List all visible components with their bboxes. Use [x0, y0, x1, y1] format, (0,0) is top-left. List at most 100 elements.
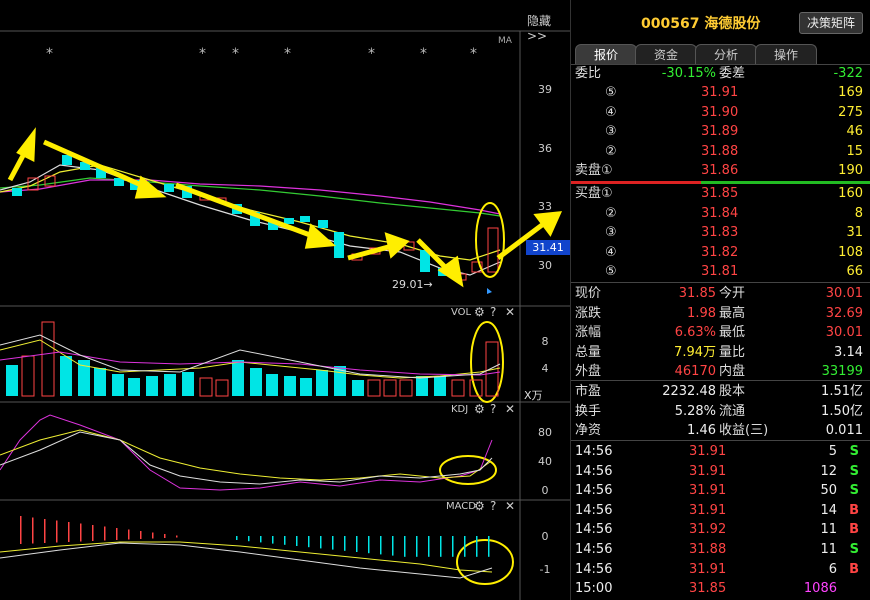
gear-icon[interactable]: ⚙: [474, 499, 485, 513]
orderbook-level: ④: [605, 104, 617, 120]
macd-bar: [32, 517, 34, 544]
tick-row: 14:56 31.91 12 S: [571, 462, 870, 481]
tab-quote[interactable]: 报价: [575, 44, 637, 65]
tick-row: 15:00 31.85 1086: [571, 579, 870, 598]
macd-bar: [176, 535, 178, 538]
tick-price: 31.92: [689, 522, 727, 538]
macd-bar: [128, 529, 130, 540]
marker-star: *: [46, 46, 53, 62]
orderbook-level: ②: [605, 143, 617, 159]
tab-operation[interactable]: 操作: [755, 44, 817, 65]
volume-bar: [94, 368, 106, 396]
quote-value2: 30.01: [825, 286, 863, 301]
quote-label2: 收益(三): [719, 423, 769, 438]
marker-star: *: [232, 46, 239, 62]
quote-label2: 今开: [719, 286, 746, 301]
marker-star: *: [284, 46, 291, 62]
stock-header: 000567 海德股份 决策矩阵: [571, 0, 870, 42]
tick-side: S: [849, 542, 859, 557]
volume-bar: [451, 379, 465, 397]
tick-price: 31.91: [689, 444, 727, 459]
quote-row: 总量 7.94万 量比 3.14: [571, 343, 870, 362]
vol-unit: X万: [524, 389, 543, 402]
orderbook-row: ⑤ 31.81 66: [571, 262, 870, 281]
orderbook-volume: 31: [846, 225, 863, 240]
quote-label: 净资: [575, 423, 602, 438]
close-icon[interactable]: ✕: [505, 499, 515, 513]
marker-star: *: [470, 46, 477, 62]
orderbook-level: ⑤: [605, 264, 617, 279]
volume-bar: [434, 376, 446, 396]
orderbook-row: ④ 31.82 108: [571, 243, 870, 262]
price-tick: 30: [538, 259, 552, 272]
macd-bar: [152, 532, 154, 539]
orderbook-price: 31.88: [701, 143, 739, 159]
kdj-title: KDJ: [451, 404, 469, 415]
tick-row: 14:56 31.91 6 B: [571, 560, 870, 579]
volume-bar: [266, 374, 278, 396]
volume-bar: [6, 365, 18, 396]
tick-side: S: [849, 463, 859, 479]
gear-icon[interactable]: ⚙: [474, 305, 485, 319]
orderbook-row: 买盘① 31.85 160: [571, 184, 870, 203]
orderbook-row: ② 31.84 8: [571, 204, 870, 223]
macd-bar: [404, 536, 406, 557]
volume-bar: [416, 376, 428, 396]
macd-bar: [68, 522, 70, 542]
orderbook-price: 31.90: [701, 104, 739, 120]
tick-volume: 6: [828, 561, 837, 577]
quote-value: 1.98: [687, 305, 716, 321]
quote-row: 涨跌 1.98 最高 32.69: [571, 304, 870, 323]
current-price-marker: 31.41: [526, 240, 570, 255]
tick-row: 14:56 31.91 14 B: [571, 501, 870, 520]
tick-time: 14:56: [575, 483, 613, 499]
close-icon[interactable]: ✕: [505, 402, 515, 416]
quote-label2: 股本: [719, 384, 746, 399]
macd-bar: [140, 531, 142, 539]
macd-bar: [308, 536, 310, 548]
volume-bar: [199, 377, 213, 397]
macd-bar: [368, 536, 370, 554]
tick-volume: 11: [820, 522, 837, 538]
tick-volume: 1086: [803, 581, 837, 597]
tab-analysis[interactable]: 分析: [695, 44, 757, 65]
quote-label2: 最高: [719, 305, 746, 321]
quote-value: 1.46: [687, 423, 716, 438]
hide-toggle[interactable]: 隐藏>>: [527, 12, 570, 43]
quote-value: 6.63%: [674, 325, 716, 340]
chart-area[interactable]: * * * * * * * 29.01→ 隐藏>> MA 39 36 33 31…: [0, 0, 570, 600]
close-icon[interactable]: ✕: [505, 305, 515, 319]
tick-side: S: [849, 444, 859, 459]
decision-matrix-button[interactable]: 决策矩阵: [799, 12, 863, 34]
tick-time: 14:56: [575, 444, 613, 459]
orderbook-volume: 8: [854, 205, 863, 221]
quote-label: 总量: [575, 344, 602, 360]
help-icon[interactable]: ?: [490, 402, 496, 416]
orderbook-volume: 169: [838, 85, 863, 100]
macd-bar: [452, 536, 454, 557]
macd-bar: [344, 536, 346, 551]
tick-volume: 14: [820, 502, 837, 518]
volume-bar: [300, 378, 312, 396]
quote-row: 市盈 2232.48 股本 1.51亿: [571, 382, 870, 401]
help-icon[interactable]: ?: [490, 499, 496, 513]
tick-time: 15:00: [575, 581, 613, 597]
orderbook-level: ④: [605, 244, 617, 260]
volume-bar: [128, 378, 140, 396]
volume-bar: [399, 379, 413, 397]
quote-value: 7.94万: [674, 344, 716, 360]
quote-value: 5.28%: [674, 403, 716, 419]
orderbook-price: 31.81: [701, 264, 739, 279]
tick-side: B: [849, 561, 859, 577]
gear-icon[interactable]: ⚙: [474, 402, 485, 416]
quote-value2: 1.50亿: [821, 403, 863, 419]
tab-funds[interactable]: 资金: [635, 44, 697, 65]
help-icon[interactable]: ?: [490, 305, 496, 319]
macd-bar: [260, 536, 262, 543]
orderbook-volume: 190: [838, 163, 863, 178]
quote-value: 31.85: [678, 286, 716, 301]
orderbook-level: ③: [605, 124, 617, 139]
macd-tick: 0: [541, 530, 549, 543]
orderbook-row: ③ 31.89 46: [571, 122, 870, 141]
orderbook-row: ⑤ 31.91 169: [571, 83, 870, 102]
